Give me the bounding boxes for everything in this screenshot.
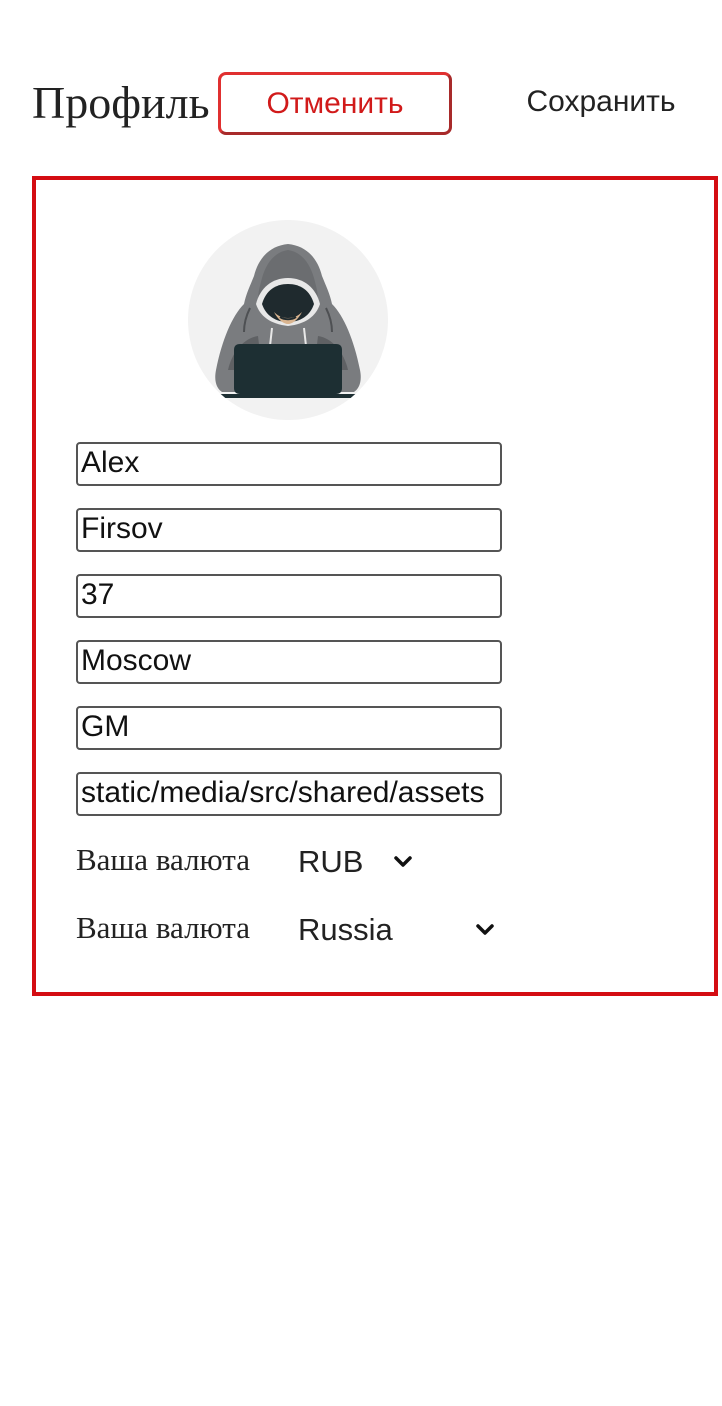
country-select[interactable]: Russia [298, 908, 502, 952]
page-title: Профиль [32, 77, 210, 128]
currency-label: Ваша валюта [76, 842, 250, 877]
save-button[interactable]: Сохранить [500, 72, 702, 132]
currency-select[interactable]: RUB [298, 840, 418, 884]
cancel-button[interactable]: Отменить [218, 72, 452, 135]
profile-card: Alex Firsov 37 Moscow GM static/media/sr… [32, 176, 718, 996]
chevron-down-icon [394, 856, 412, 867]
last-name-field[interactable]: Firsov [76, 508, 502, 552]
city-field[interactable]: Moscow [76, 640, 502, 684]
country-select-value: Russia [298, 912, 393, 947]
chevron-down-icon [476, 924, 494, 935]
profile-header: Профиль Отменить Сохранить [0, 0, 722, 160]
currency-select-value: RUB [298, 844, 364, 879]
avatar[interactable] [188, 220, 388, 420]
role-field[interactable]: GM [76, 706, 502, 750]
country-label: Ваша валюта [76, 910, 250, 945]
first-name-field[interactable]: Alex [76, 442, 502, 486]
hooded-hacker-avatar-icon [215, 244, 361, 398]
avatar-path-field[interactable]: static/media/src/shared/assets [76, 772, 502, 816]
age-field[interactable]: 37 [76, 574, 502, 618]
